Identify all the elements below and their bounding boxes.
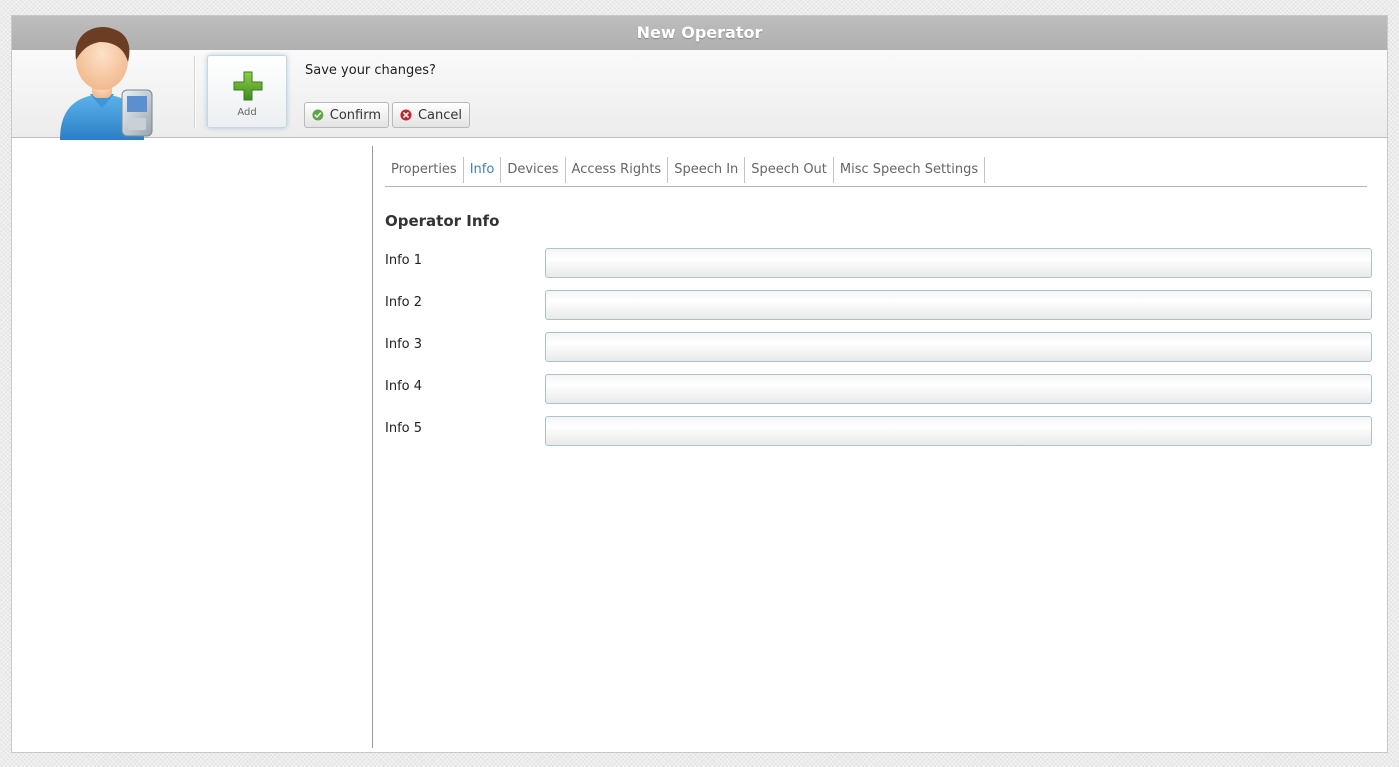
toolbar-separator: [194, 56, 195, 128]
form-row-info-2: Info 2: [385, 290, 1373, 320]
form-row-info-5: Info 5: [385, 416, 1373, 446]
tab-misc-speech-settings[interactable]: Misc Speech Settings: [834, 157, 986, 183]
info-3-label: Info 3: [385, 337, 423, 352]
info-5-input[interactable]: [545, 416, 1372, 446]
tab-devices[interactable]: Devices: [501, 157, 566, 183]
save-prompt: Save your changes?: [305, 63, 436, 78]
toolbar: Add Save your changes? Confirm Cancel: [12, 27, 1387, 140]
window-title: New Operator: [12, 16, 1387, 50]
panel-divider: [372, 146, 373, 748]
new-operator-window: New Operator Add Save your changes? Conf…: [11, 15, 1388, 753]
confirm-button-label: Confirm: [329, 107, 381, 123]
form-row-info-1: Info 1: [385, 248, 1373, 278]
tab-info[interactable]: Info: [464, 157, 502, 183]
info-4-input[interactable]: [545, 374, 1372, 404]
cancel-button[interactable]: Cancel: [392, 102, 470, 128]
info-4-label: Info 4: [385, 379, 423, 394]
info-5-label: Info 5: [385, 421, 423, 436]
info-3-input[interactable]: [545, 332, 1372, 362]
add-button-label: Add: [237, 107, 257, 118]
x-icon: [400, 109, 412, 121]
section-title: Operator Info: [385, 212, 500, 230]
tab-speech-in[interactable]: Speech In: [668, 157, 746, 183]
info-2-input[interactable]: [545, 290, 1372, 320]
tab-bar: Properties Info Devices Access Rights Sp…: [385, 157, 1367, 187]
add-button[interactable]: Add: [207, 55, 287, 128]
tab-access-rights[interactable]: Access Rights: [566, 157, 669, 183]
tab-speech-out[interactable]: Speech Out: [745, 157, 834, 183]
tab-properties[interactable]: Properties: [385, 157, 464, 183]
operator-avatar-icon: [60, 27, 153, 140]
check-icon: [312, 109, 324, 121]
info-2-label: Info 2: [385, 295, 423, 310]
plus-icon: [233, 71, 263, 101]
form-row-info-4: Info 4: [385, 374, 1373, 404]
info-1-input[interactable]: [545, 248, 1372, 278]
form-row-info-3: Info 3: [385, 332, 1373, 362]
cancel-button-label: Cancel: [417, 107, 462, 123]
confirm-button[interactable]: Confirm: [304, 102, 389, 128]
info-1-label: Info 1: [385, 253, 423, 268]
